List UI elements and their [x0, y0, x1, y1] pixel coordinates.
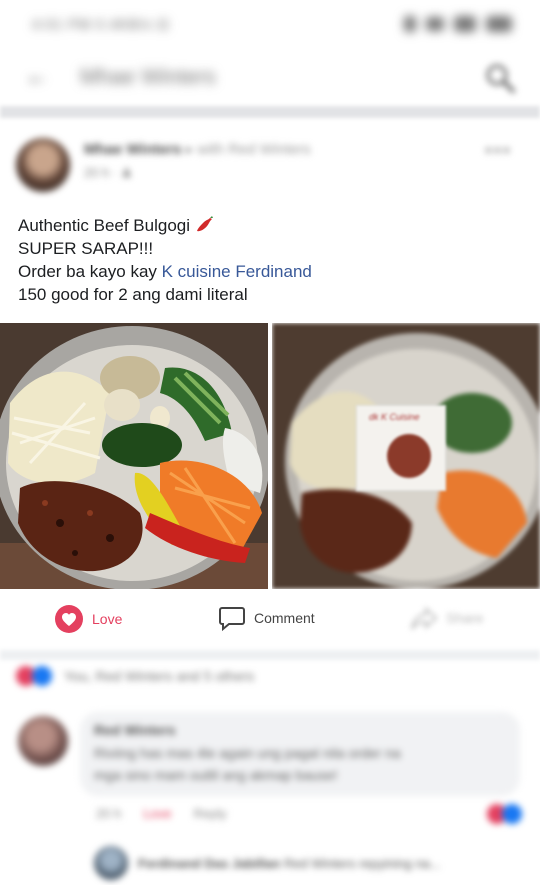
page-mention-link[interactable]: K cuisine Ferdinand: [162, 262, 312, 281]
post-line-1: Authentic Beef Bulgogi: [18, 214, 518, 237]
menu-card-label: dk K Cuisine: [369, 412, 420, 422]
food-photo-1[interactable]: [0, 323, 268, 589]
post-line-4: 150 good for 2 ang dami literal: [18, 285, 248, 304]
like-reaction-icon: [32, 666, 52, 686]
menu-card: dk K Cuisine: [356, 405, 446, 491]
reaction-summary-text: You, Red Winters and 5 others: [64, 668, 255, 684]
wifi-icon: [426, 17, 444, 31]
author-name[interactable]: Mhae Winters ▸ with Red Winters: [84, 140, 311, 158]
commenter-avatar[interactable]: [18, 716, 68, 766]
author-name-text[interactable]: Mhae Winters: [84, 141, 181, 158]
menu-card-image: [387, 434, 431, 478]
comment-body-line-1: Riviing has mas 4le again ung pagal nila…: [94, 745, 401, 761]
post-text: Authentic Beef Bulgogi SUPER SARAP!!! Or…: [18, 214, 518, 306]
share-button[interactable]: Share: [410, 604, 483, 632]
tagged-friend[interactable]: ▸ with Red Winters: [186, 141, 311, 158]
commenter-name[interactable]: Red Winters: [94, 722, 506, 738]
post-line-1-text: Authentic Beef Bulgogi: [18, 216, 191, 235]
reaction-summary[interactable]: You, Red Winters and 5 others: [16, 666, 254, 686]
love-button[interactable]: Love: [54, 604, 122, 634]
header-title: Mhae Winters: [80, 64, 216, 89]
status-bar: 4:01 PM 0.4KB/s ⊡: [0, 0, 540, 48]
search-icon[interactable]: [484, 62, 516, 94]
comment-button[interactable]: Comment: [218, 604, 315, 632]
bibimbap-bowl-image: [0, 323, 268, 589]
signal-icon: [404, 16, 416, 32]
status-icons: [404, 16, 512, 32]
reaction-icons: [16, 666, 52, 686]
author-avatar[interactable]: [16, 138, 70, 192]
post-line-3-text: Order ba kayo kay: [18, 262, 162, 281]
arrow-left-icon[interactable]: ←: [22, 62, 52, 92]
reply-preview[interactable]: Ferdinand Das Jabillan Red Winters repyi…: [94, 846, 524, 880]
comment-time: 20 h: [96, 806, 122, 821]
comment-actions: 20 h Love Reply: [96, 806, 227, 821]
food-photo-2[interactable]: dk K Cuisine: [272, 323, 540, 589]
status-time: 4:01 PM 0.4KB/s ⊡: [32, 15, 170, 32]
friends-icon: ♟: [120, 165, 133, 180]
comment-icon: [219, 607, 245, 632]
reply-preview-text: Ferdinand Das Jabillan Red Winters repyi…: [138, 856, 441, 871]
comment-bubble: Red Winters Riviing has mas 4le again un…: [80, 712, 520, 796]
post-line-2: SUPER SARAP!!!: [18, 239, 154, 258]
post-action-bar: Love Comment Share: [0, 596, 540, 646]
love-reaction-icon: [55, 605, 83, 633]
comment-body: Riviing has mas 4le again ung pagal nila…: [94, 742, 506, 786]
comment-reactions[interactable]: [487, 804, 522, 824]
app-header: ← Mhae Winters: [0, 48, 540, 106]
action-divider: [0, 650, 540, 660]
share-icon: [411, 606, 438, 630]
love-label: Love: [92, 611, 123, 627]
header-divider: [0, 106, 540, 118]
reply-author: Ferdinand Das Jabillan: [138, 855, 281, 871]
more-options-icon[interactable]: •••: [485, 140, 512, 163]
comment-body-line-2: mga sino mam outlil ang akmap bause!: [94, 767, 338, 783]
comment-reply-button[interactable]: Reply: [194, 806, 227, 821]
comment-label: Comment: [254, 610, 315, 626]
signal-bars-icon: [454, 16, 476, 32]
reply-snippet: Red Winters repyining na...: [283, 855, 441, 871]
reply-avatar: [94, 846, 128, 880]
post-line-3: Order ba kayo kay K cuisine Ferdinand: [18, 260, 518, 283]
post-meta: 20 h · ♟: [84, 165, 133, 181]
share-label: Share: [446, 610, 484, 626]
like-reaction-icon: [502, 804, 522, 824]
battery-icon: [486, 16, 512, 32]
comment-love-button[interactable]: Love: [143, 806, 171, 821]
post-time: 20 h ·: [84, 165, 121, 180]
chili-pepper-icon: [197, 216, 214, 232]
